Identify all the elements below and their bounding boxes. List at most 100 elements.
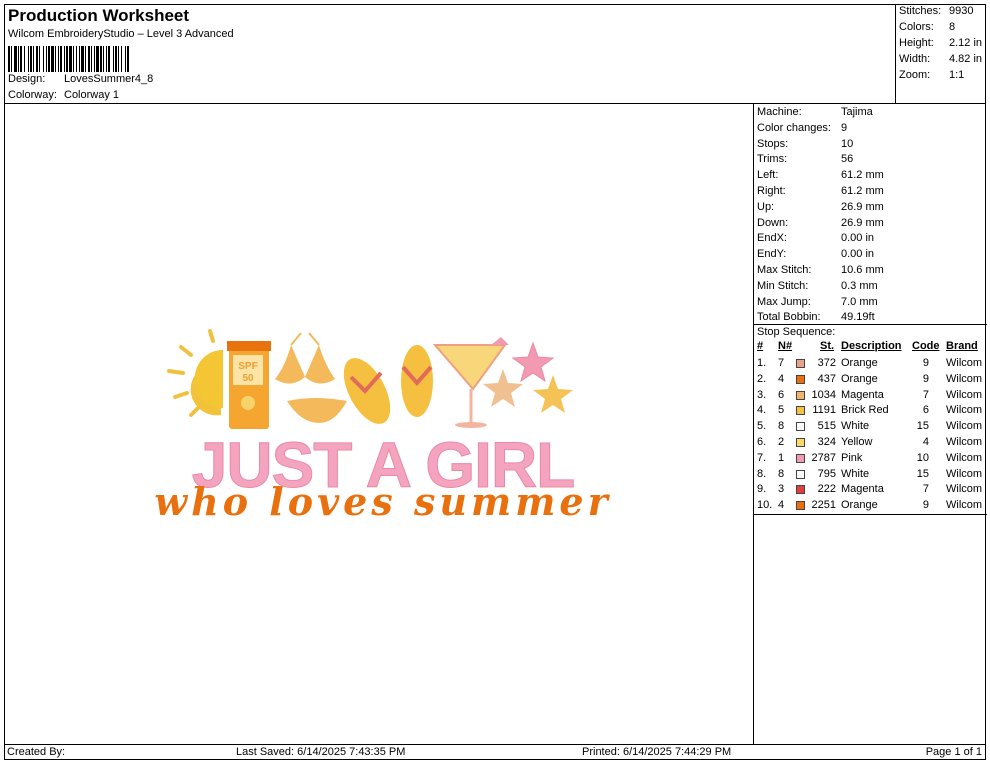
info-label: Down:	[757, 216, 789, 229]
info-value: 10.6 mm	[841, 264, 884, 276]
created-by: Created By:	[7, 746, 66, 758]
info-value: 0.00 in	[841, 248, 875, 261]
info-label: Machine:	[757, 106, 802, 118]
info-label: Trims:	[757, 153, 788, 166]
machine-info-row: Max Stitch: 10.6 mm	[757, 264, 884, 276]
stop-needle-number: 4	[778, 372, 785, 385]
stop-description: Magenta	[841, 483, 884, 496]
machine-info-row: EndY: 0.00 in	[757, 248, 874, 260]
stop-stitch-count: 795	[817, 467, 836, 480]
stop-description: Brick Red	[841, 404, 889, 417]
info-label: Right:	[757, 185, 786, 197]
svg-text:50: 50	[242, 373, 254, 384]
stop-stitch-count: 1191	[812, 404, 836, 417]
cocktail-glass-icon	[432, 337, 509, 428]
color-swatch	[796, 406, 805, 416]
info-value: 26.9 mm	[841, 200, 884, 213]
stop-needle-number: 3	[778, 483, 785, 496]
design-name-row: Design: LovesSummer4_8	[8, 73, 153, 85]
stop-code: 15	[916, 420, 929, 433]
col-header-brand: Brand	[946, 340, 978, 352]
machine-info-panel: Machine: Tajima Color changes: 9 Stops: 10 Tri…	[753, 104, 987, 744]
info-label: Color changes:	[757, 121, 831, 134]
summary-colors: Colors: 8	[899, 21, 956, 33]
summary-stitches: Stitches: 9930	[899, 5, 974, 17]
stop-stitch-count: 437	[817, 372, 836, 385]
machine-info-row: Total Bobbin: 49.19ft	[757, 311, 875, 323]
stop-stitch-count: 2787	[811, 451, 836, 464]
page-number: Page 1 of 1	[925, 746, 982, 758]
info-value: 61.2 mm	[841, 169, 884, 182]
info-value: 26.9 mm	[841, 216, 884, 229]
stop-needle-number: 5	[778, 404, 785, 417]
barcode-image	[8, 46, 129, 72]
color-swatch	[796, 438, 805, 447]
color-swatch	[796, 469, 805, 479]
stop-brand: Wilcom	[946, 499, 983, 512]
machine-info-row: Machine: Tajima	[757, 106, 873, 118]
stop-brand: Wilcom	[946, 451, 983, 464]
starfish-icon	[533, 375, 573, 413]
stop-row-number: 5.	[757, 420, 767, 433]
stop-row-number: 8.	[757, 467, 767, 480]
machine-info-row: Stops: 10	[757, 138, 853, 150]
col-header-n: N#	[778, 340, 793, 352]
stop-row-number: 2.	[757, 372, 767, 385]
stop-row-number: 10.	[757, 499, 773, 512]
stop-description: Orange	[841, 357, 878, 369]
stop-description: Pink	[841, 451, 863, 464]
color-swatch	[796, 374, 805, 384]
stop-brand: Wilcom	[946, 483, 983, 496]
color-swatch	[796, 501, 805, 511]
info-label: Total Bobbin:	[757, 311, 821, 324]
stop-needle-number: 8	[778, 420, 785, 433]
software-name: Wilcom EmbroideryStudio – Level 3 Advanc…	[8, 28, 234, 40]
design-summary: Stitches: 9930 Colors: 8 Height: 2.12 in Wi…	[895, 4, 986, 104]
color-swatch	[796, 390, 805, 400]
bikini-icon	[275, 332, 347, 423]
stop-needle-number: 7	[778, 357, 785, 369]
stop-code: 6	[922, 404, 929, 417]
color-swatch	[796, 422, 805, 432]
col-header-num: #	[757, 340, 764, 352]
machine-info-row: Min Stitch: 0.3 mm	[757, 280, 878, 292]
info-label: Left:	[757, 169, 779, 182]
stop-code: 9	[922, 357, 929, 369]
stop-code: 9	[922, 499, 929, 512]
design-preview: SPF 50 JUST A GIRL who loves summer	[5, 105, 753, 744]
svg-text:SPF: SPF	[238, 361, 257, 372]
machine-info-row: EndX: 0.00 in	[757, 232, 874, 244]
embroidery-artwork: SPF 50 JUST A GIRL who loves summer	[154, 329, 608, 524]
stop-code: 10	[916, 451, 929, 464]
col-header-code: Code	[912, 340, 940, 352]
machine-info-row: Trims: 56	[757, 153, 853, 165]
summary-height: Height: 2.12 in	[899, 37, 983, 49]
color-swatch	[796, 359, 805, 368]
info-label: Max Jump:	[757, 295, 811, 308]
stop-code: 7	[922, 388, 929, 401]
info-value: 56	[841, 153, 854, 166]
info-value: 10	[841, 137, 854, 150]
worksheet-header: Production Worksheet Wilcom EmbroiderySt…	[4, 4, 895, 104]
stop-brand: Wilcom	[946, 357, 983, 369]
machine-info-row: Left: 61.2 mm	[757, 169, 884, 181]
stop-stitch-count: 2251	[811, 499, 836, 512]
summary-width: Width: 4.82 in	[899, 53, 983, 65]
worksheet-footer: Created By: Last Saved: 6/14/2025 7:43:3…	[4, 744, 986, 760]
stop-description: Magenta	[841, 388, 884, 401]
summary-zoom: Zoom: 1:1	[899, 69, 965, 81]
color-swatch	[796, 485, 805, 495]
stop-needle-number: 1	[778, 451, 785, 464]
stop-code: 9	[922, 372, 929, 385]
stop-description: Orange	[841, 372, 878, 385]
flip-flop-icon	[401, 345, 433, 417]
page-title: Production Worksheet	[8, 6, 190, 25]
last-saved: Last Saved: 6/14/2025 7:43:35 PM	[236, 746, 406, 758]
colorway-value: Colorway 1	[64, 89, 120, 101]
sun-icon	[167, 329, 223, 417]
stop-description: White	[841, 467, 870, 480]
stop-brand: Wilcom	[946, 436, 983, 448]
stop-row-number: 1.	[757, 357, 767, 369]
stop-brand: Wilcom	[946, 420, 983, 433]
stop-sequence-title: Stop Sequence:	[757, 326, 836, 338]
